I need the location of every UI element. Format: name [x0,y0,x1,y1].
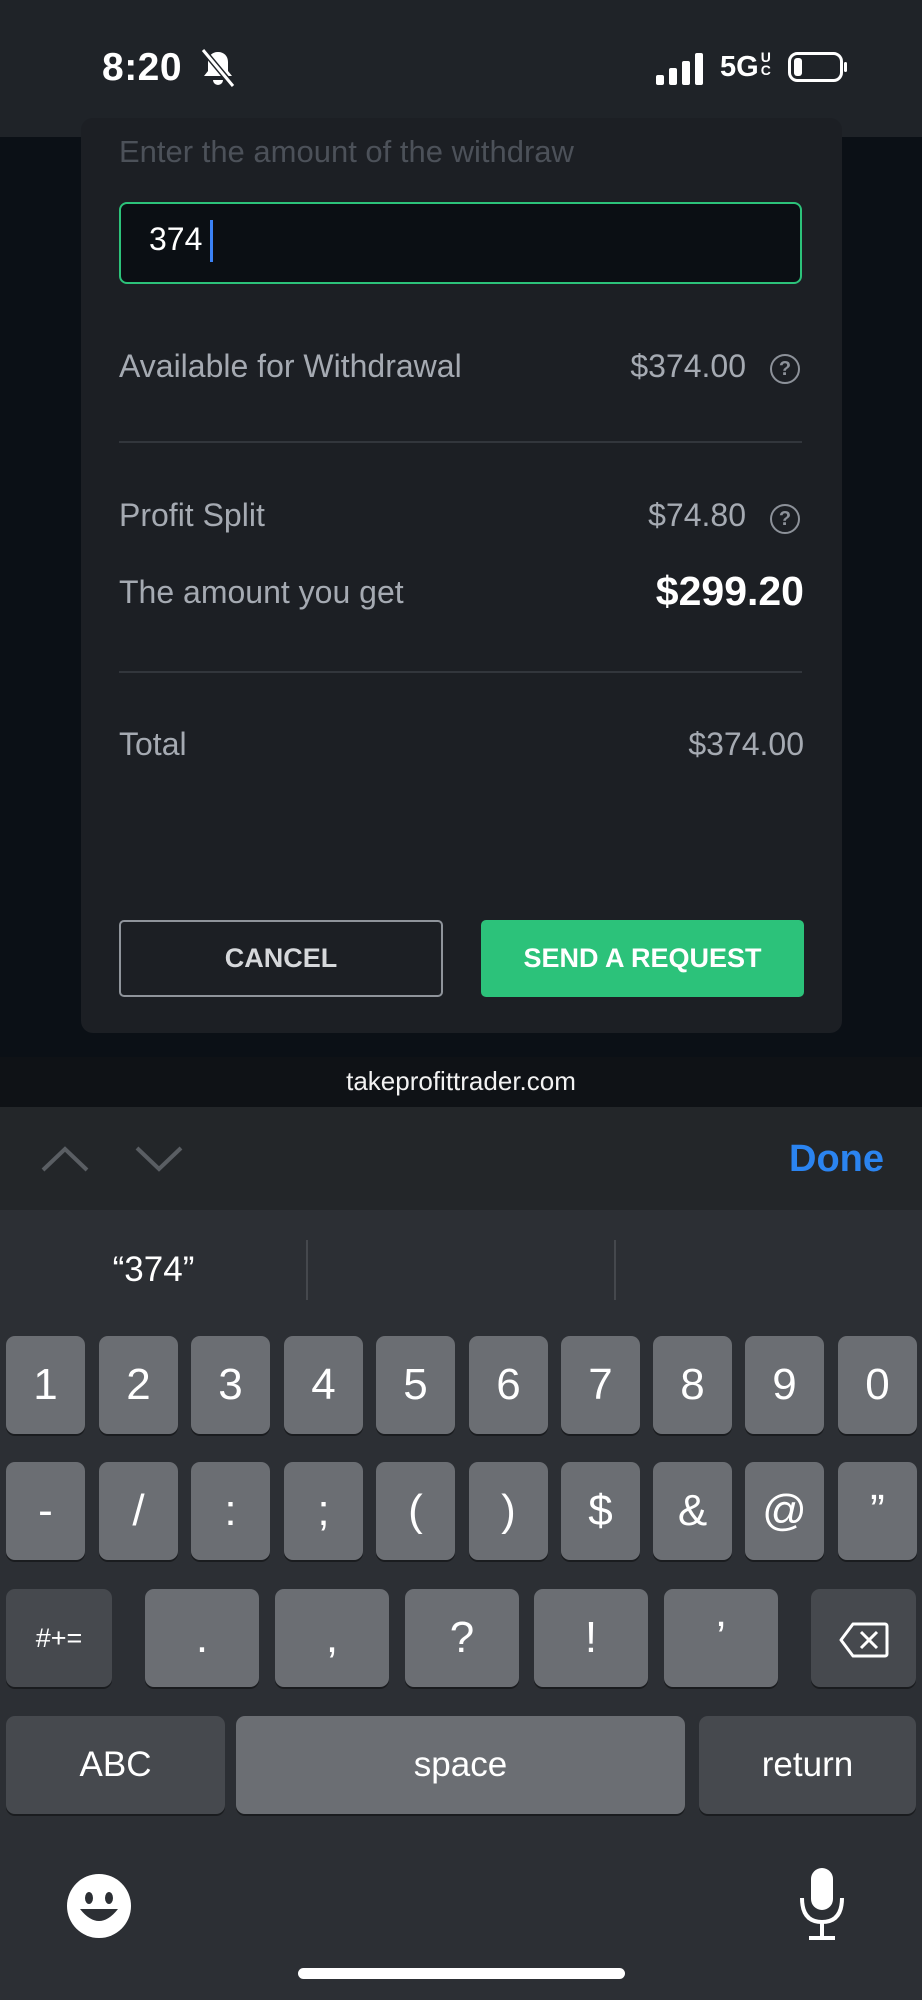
key-digit[interactable]: 4 [284,1336,363,1434]
divider [119,441,802,443]
microphone-icon[interactable] [797,1866,847,1942]
key-symbol[interactable]: ” [838,1462,917,1560]
backspace-icon [839,1622,888,1658]
battery-icon [788,52,847,82]
amount-get-label: The amount you get [119,574,404,610]
key-digit[interactable]: 3 [191,1336,270,1434]
key-symbol[interactable]: - [6,1462,85,1560]
key-digit[interactable]: 5 [376,1336,455,1434]
key-comma[interactable]: , [275,1589,389,1687]
network-type: 5G UC [720,49,771,83]
key-symbol[interactable]: & [653,1462,732,1560]
suggestion-divider [306,1240,308,1300]
key-question[interactable]: ? [405,1589,519,1687]
key-digit[interactable]: 6 [469,1336,548,1434]
total-value: $374.00 [688,726,804,762]
profit-split-value: $74.80 [648,497,746,533]
amount-get-value: $299.20 [655,568,804,614]
send-request-button[interactable]: SEND A REQUEST [481,920,804,997]
profit-split-label: Profit Split [119,497,265,533]
key-more-symbols[interactable]: #+= [6,1589,112,1687]
key-symbol[interactable]: ) [469,1462,548,1560]
chevron-up-icon[interactable] [40,1144,90,1174]
home-indicator[interactable] [298,1968,625,1979]
key-space[interactable]: space [236,1716,685,1814]
total-label: Total [119,726,187,762]
key-digit[interactable]: 9 [745,1336,824,1434]
key-digit[interactable]: 8 [653,1336,732,1434]
key-symbol[interactable]: : [191,1462,270,1560]
key-symbol[interactable]: @ [745,1462,824,1560]
cancel-button[interactable]: CANCEL [119,920,443,997]
key-digit[interactable]: 0 [838,1336,917,1434]
backspace-key[interactable] [811,1589,916,1687]
key-symbol[interactable]: $ [561,1462,640,1560]
key-exclamation[interactable]: ! [534,1589,648,1687]
keyboard-suggestion[interactable]: “374” [0,1250,307,1290]
emoji-icon[interactable] [66,1873,132,1939]
amount-input[interactable] [119,202,802,284]
key-period[interactable]: . [145,1589,259,1687]
status-time: 8:20 [102,46,183,89]
key-apostrophe[interactable]: ’ [664,1589,778,1687]
suggestion-divider [614,1240,616,1300]
key-symbol[interactable]: ; [284,1462,363,1560]
key-digit[interactable]: 1 [6,1336,85,1434]
key-digit[interactable]: 2 [99,1336,178,1434]
text-caret [210,220,213,262]
key-symbol[interactable]: / [99,1462,178,1560]
help-icon[interactable]: ? [770,354,800,384]
help-icon[interactable]: ? [770,504,800,534]
done-button[interactable]: Done [789,1138,884,1181]
key-return[interactable]: return [699,1716,916,1814]
signal-icon [656,53,703,85]
key-symbol[interactable]: ( [376,1462,455,1560]
amount-input-value[interactable]: 374 [149,221,202,258]
divider [119,671,802,673]
available-value: $374.00 [630,348,746,384]
url-text[interactable]: takeprofittrader.com [0,1066,922,1097]
available-label: Available for Withdrawal [119,348,462,384]
bell-muted-icon [200,48,236,88]
amount-label: Enter the amount of the withdraw [119,134,574,169]
key-abc[interactable]: ABC [6,1716,225,1814]
key-digit[interactable]: 7 [561,1336,640,1434]
chevron-down-icon[interactable] [134,1144,184,1174]
